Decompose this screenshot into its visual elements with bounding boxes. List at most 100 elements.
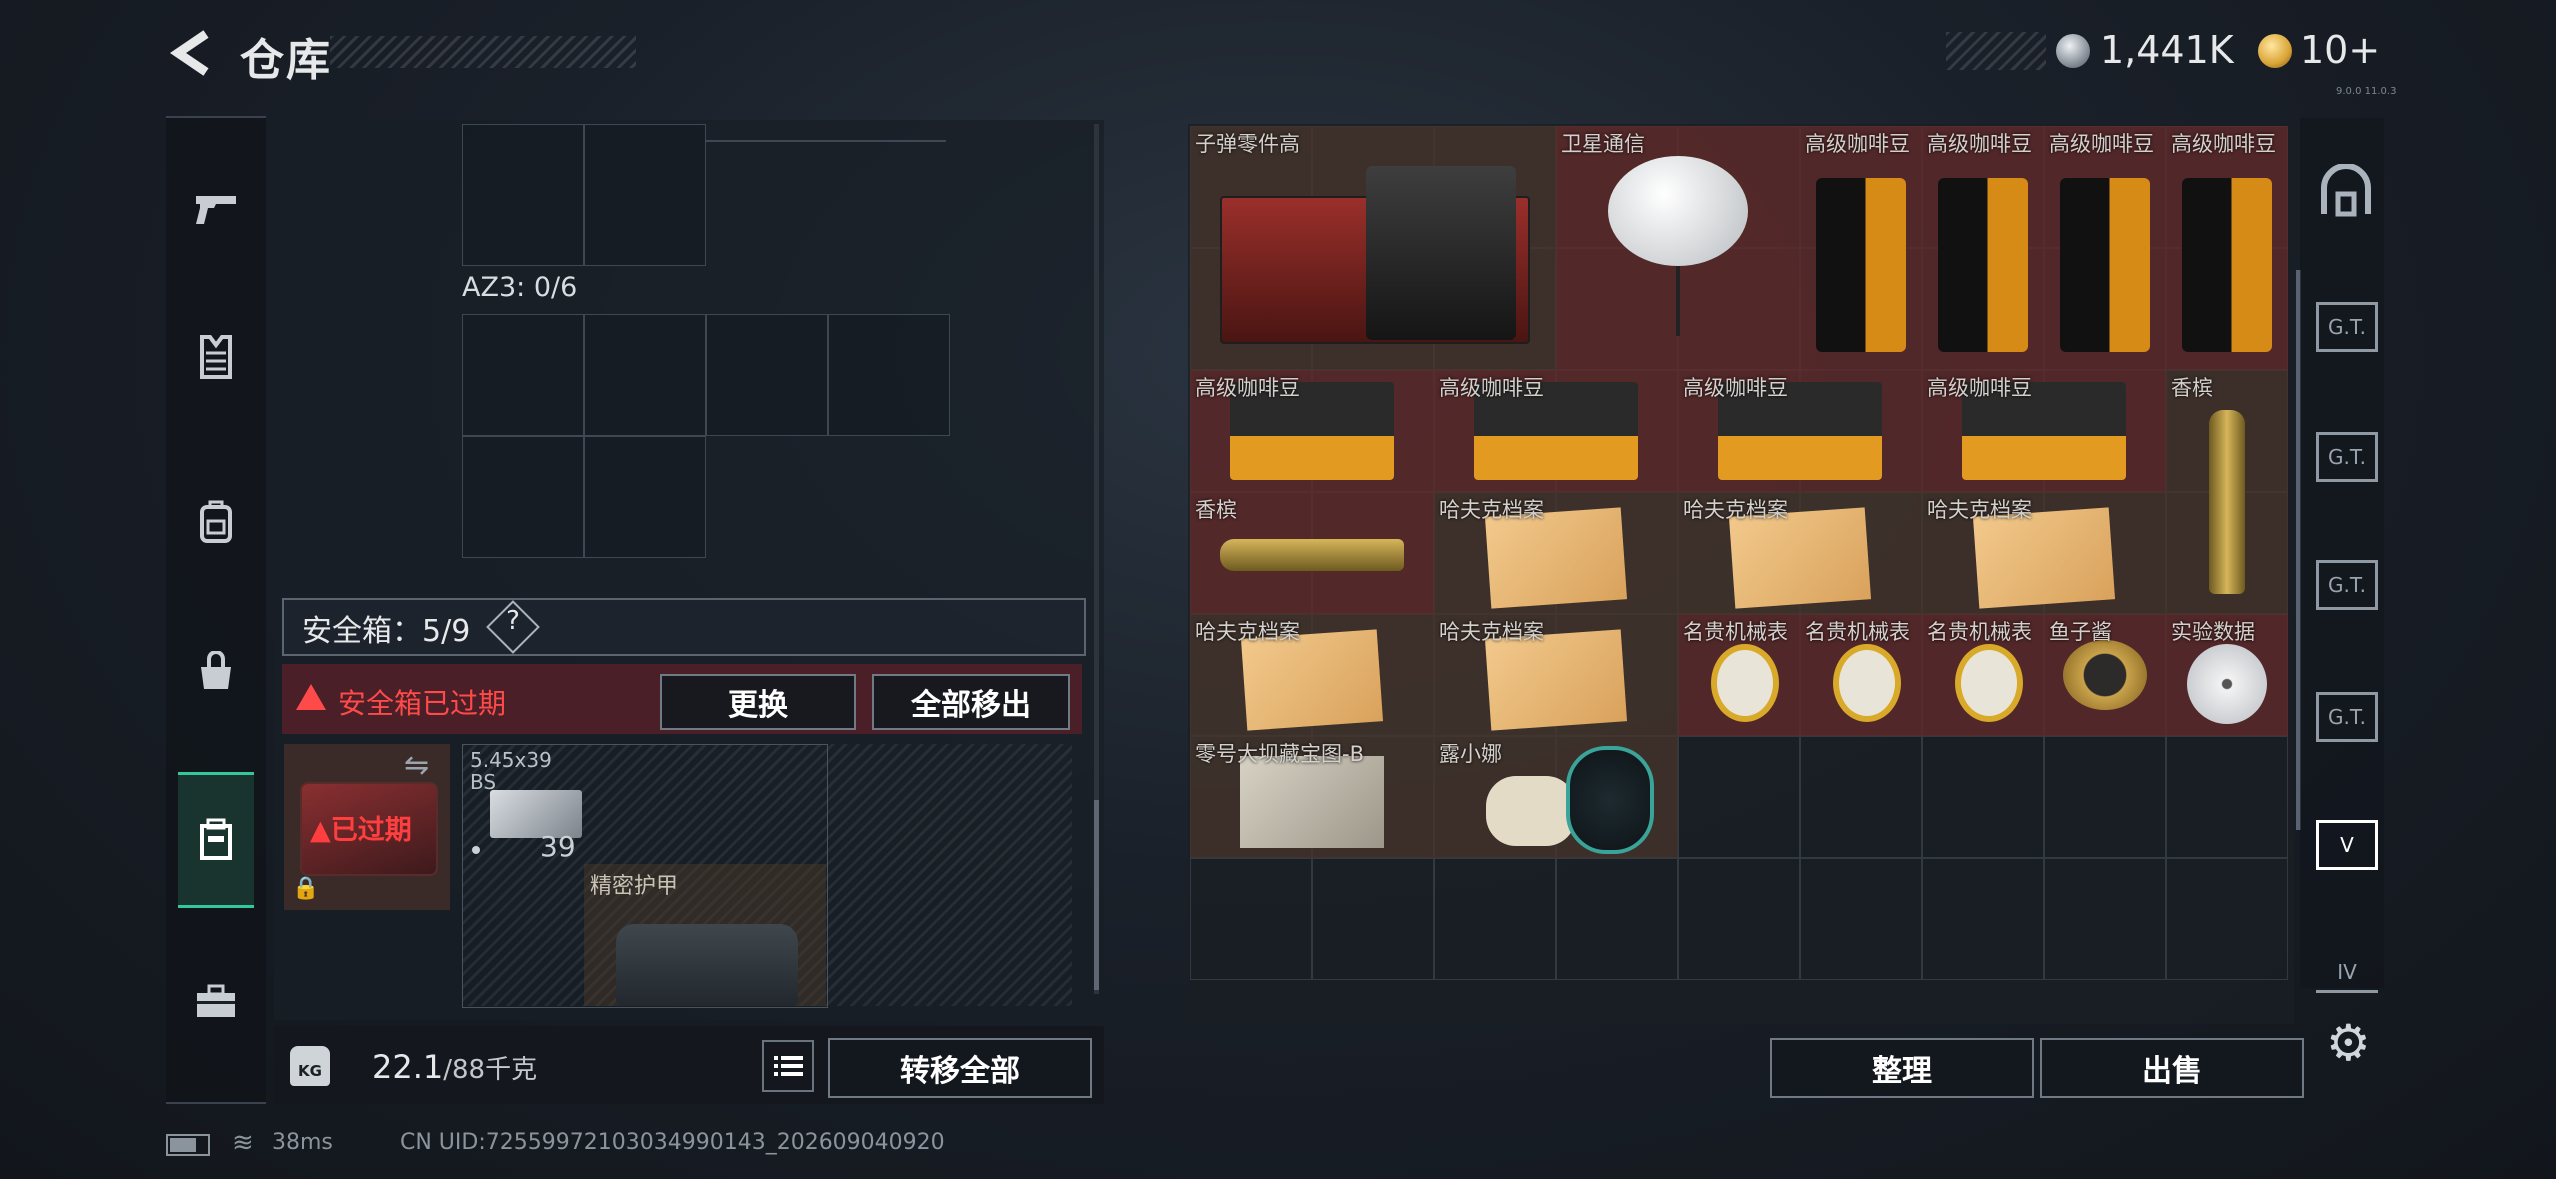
grid-item[interactable]: 高级咖啡豆	[1190, 370, 1434, 492]
grid-empty-slot[interactable]	[2044, 736, 2166, 858]
gear-icon[interactable]: ⚙	[2326, 1014, 2371, 1072]
gold-watch-art	[1711, 644, 1779, 722]
az3-slot[interactable]	[584, 436, 706, 558]
grid-item[interactable]: 哈夫克档案	[1922, 492, 2166, 614]
weight-max: /88千克	[443, 1055, 538, 1085]
grid-item[interactable]: 高级咖啡豆	[2166, 126, 2288, 370]
az3-slot[interactable]	[828, 314, 950, 436]
backpack-icon	[200, 500, 232, 543]
grid-empty-slot[interactable]	[1312, 858, 1434, 980]
satellite-dish-art	[1676, 266, 1680, 336]
grid-empty-slot[interactable]	[1922, 736, 2044, 858]
coffee-bag-art	[2182, 178, 2272, 352]
container-slot[interactable]	[462, 124, 584, 266]
storage-2-icon[interactable]: G.T.	[2316, 296, 2378, 358]
grid-item[interactable]: 名贵机械表	[1678, 614, 1800, 736]
nav-vest[interactable]	[178, 292, 254, 422]
grid-item[interactable]: 露小娜	[1434, 736, 1678, 858]
grid-item[interactable]: 高级咖啡豆	[1922, 370, 2166, 492]
grid-item[interactable]: 高级咖啡豆	[1922, 126, 2044, 370]
grid-empty-slot[interactable]	[1800, 858, 1922, 980]
grid-empty-slot[interactable]	[1678, 736, 1800, 858]
transfer-all-button[interactable]: 转移全部	[828, 1038, 1092, 1098]
grid-item[interactable]: 哈夫克档案	[1190, 614, 1434, 736]
grid-item[interactable]: 高级咖啡豆	[1800, 126, 1922, 370]
grid-empty-slot[interactable]	[2166, 858, 2288, 980]
az3-slot[interactable]	[706, 314, 828, 436]
champagne-bottle-lying-art	[1220, 539, 1404, 571]
grid-empty-slot[interactable]	[1678, 858, 1800, 980]
gold-watch-art	[1833, 644, 1901, 722]
back-arrow-icon[interactable]	[168, 28, 218, 78]
grid-item-label: 香槟	[2171, 376, 2213, 400]
data-disc-art	[2187, 644, 2267, 724]
container-slot[interactable]	[584, 124, 706, 266]
grid-item[interactable]: 名贵机械表	[1922, 614, 2044, 736]
satellite-dish-art	[1608, 156, 1748, 266]
grid-empty-slot[interactable]	[2166, 736, 2288, 858]
grid-item-label: 哈夫克档案	[1439, 620, 1544, 644]
grid-item[interactable]: 香槟	[2166, 370, 2288, 614]
title-decoration	[330, 36, 636, 68]
grid-item-label: 高级咖啡豆	[1927, 376, 2032, 400]
grid-item[interactable]: 哈夫克档案	[1434, 492, 1678, 614]
grid-item[interactable]: 卫星通信	[1556, 126, 1800, 370]
grid-item[interactable]: 名贵机械表	[1800, 614, 1922, 736]
grid-item[interactable]: 高级咖啡豆	[2044, 126, 2166, 370]
grid-item[interactable]: 香槟	[1190, 492, 1434, 614]
nav-backpack[interactable]	[178, 456, 254, 586]
expired-warning-text: 安全箱已过期	[338, 687, 507, 720]
list-icon[interactable]	[762, 1040, 814, 1092]
nav-gun[interactable]	[178, 144, 254, 274]
az3-slot[interactable]	[462, 314, 584, 436]
coffee-bag-icon	[1800, 126, 1922, 370]
grid-item[interactable]: 高级咖啡豆	[1434, 370, 1678, 492]
storage-6-icon[interactable]: V	[2316, 814, 2378, 876]
grid-empty-slot[interactable]	[1922, 858, 2044, 980]
grid-empty-slot[interactable]	[1434, 858, 1556, 980]
nav-safe-box[interactable]	[178, 772, 254, 908]
ammo-name: 5.45x39	[470, 748, 552, 772]
swap-icon[interactable]: ⇋	[404, 748, 429, 783]
sell-button[interactable]: 出售	[2040, 1038, 2304, 1098]
grid-empty-slot[interactable]	[2044, 858, 2166, 980]
currency-2-value[interactable]: 10+	[2300, 28, 2380, 72]
nav-toolbox[interactable]	[178, 936, 254, 1066]
sort-button[interactable]: 整理	[1770, 1038, 2034, 1098]
storage-5-icon[interactable]: G.T.	[2316, 686, 2378, 748]
grid-empty-slot[interactable]	[1190, 858, 1312, 980]
ping-text: 38ms	[272, 1130, 333, 1155]
vest-icon	[200, 335, 232, 379]
grid-item-label: 高级咖啡豆	[1439, 376, 1544, 400]
grid-item[interactable]: 零号大坝藏宝图-B	[1190, 736, 1434, 858]
nav-bag[interactable]	[178, 606, 254, 736]
grid-item-label: 高级咖啡豆	[1195, 376, 1300, 400]
storage-3-icon[interactable]: G.T.	[2316, 426, 2378, 488]
grid-empty-slot[interactable]	[1556, 858, 1678, 980]
plush-doll-art	[1486, 776, 1576, 846]
remove-all-button[interactable]: 全部移出	[872, 674, 1070, 730]
help-icon[interactable]: ?	[494, 606, 532, 636]
storage-7-icon[interactable]: IV	[2316, 944, 2378, 1006]
grid-item[interactable]: 实验数据	[2166, 614, 2288, 736]
grid-item[interactable]: 哈夫克档案	[1434, 614, 1678, 736]
grid-item[interactable]: 子弹零件高	[1190, 126, 1556, 370]
uid-text: CN UID:7255997210303499014​3_20260904092…	[400, 1130, 945, 1155]
storage-4-icon[interactable]: G.T.	[2316, 554, 2378, 616]
grid-item[interactable]: 高级咖啡豆	[1678, 370, 1922, 492]
grid-item-label: 高级咖啡豆	[1927, 132, 2032, 156]
left-scrollbar-thumb[interactable]	[1094, 800, 1099, 990]
bunker-icon[interactable]	[2318, 164, 2374, 220]
armor-name: 精密护甲	[590, 874, 679, 899]
warning-icon	[296, 684, 326, 710]
az3-slot[interactable]	[584, 314, 706, 436]
grid-item[interactable]: 哈夫克档案	[1678, 492, 1922, 614]
grid-item-label: 哈夫克档案	[1683, 498, 1788, 522]
coffee-bag-icon	[2044, 126, 2166, 370]
wifi-icon: ≋	[232, 1128, 254, 1158]
safe-box-icon	[200, 818, 232, 860]
grid-empty-slot[interactable]	[1800, 736, 1922, 858]
replace-button[interactable]: 更换	[660, 674, 856, 730]
grid-item[interactable]: 鱼子酱	[2044, 614, 2166, 736]
az3-slot[interactable]	[462, 436, 584, 558]
